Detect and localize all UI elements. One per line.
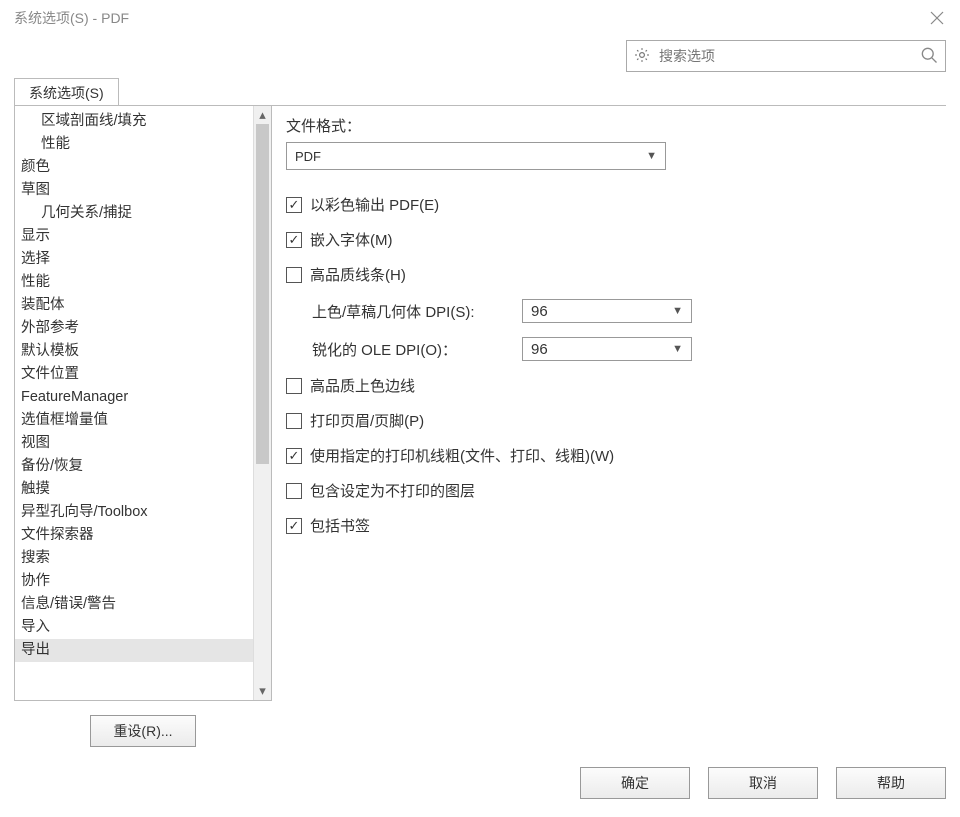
check-printer-linewidth[interactable]: 使用指定的打印机线粗(文件、打印、线粗)(W): [286, 445, 938, 466]
tree-item[interactable]: 信息/错误/警告: [15, 593, 271, 616]
dialog-footer: 确定 取消 帮助: [580, 767, 946, 799]
close-icon[interactable]: [928, 9, 946, 27]
file-format-value: PDF: [295, 149, 321, 164]
tree-item[interactable]: 性能: [15, 133, 271, 156]
tree-item[interactable]: 视图: [15, 432, 271, 455]
tree-item[interactable]: FeatureManager: [15, 386, 271, 409]
chevron-down-icon: ▼: [672, 343, 683, 355]
checkbox-icon: [286, 518, 302, 534]
draft-dpi-select[interactable]: 96 ▼: [522, 299, 692, 323]
check-hq-lines[interactable]: 高品质线条(H): [286, 264, 938, 285]
search-box[interactable]: [626, 40, 946, 72]
check-print-header[interactable]: 打印页眉/页脚(P): [286, 410, 938, 431]
check-include-noprint[interactable]: 包含设定为不打印的图层: [286, 480, 938, 501]
tree-item[interactable]: 草图: [15, 179, 271, 202]
tab-strip: 系统选项(S): [14, 76, 946, 106]
tree-item[interactable]: 默认模板: [15, 340, 271, 363]
search-input[interactable]: [657, 47, 919, 65]
scroll-thumb[interactable]: [256, 124, 269, 464]
checkbox-icon: [286, 483, 302, 499]
checkbox-icon: [286, 197, 302, 213]
tree-item[interactable]: 选值框增量值: [15, 409, 271, 432]
tree-item[interactable]: 导入: [15, 616, 271, 639]
tree-item[interactable]: 异型孔向导/Toolbox: [15, 501, 271, 524]
tree-scrollbar[interactable]: ▴ ▾: [253, 106, 271, 700]
tree-item[interactable]: 外部参考: [15, 317, 271, 340]
file-format-select[interactable]: PDF ▼: [286, 142, 666, 170]
checkbox-icon: [286, 448, 302, 464]
settings-panel: 文件格式： PDF ▼ 以彩色输出 PDF(E) 嵌入字体(M) 高品质线条(H…: [286, 105, 946, 701]
titlebar: 系统选项(S) - PDF: [0, 0, 960, 34]
chevron-down-icon: ▼: [672, 305, 683, 317]
tree-item[interactable]: 导出: [15, 639, 271, 662]
check-bookmarks[interactable]: 包括书签: [286, 515, 938, 536]
tree-item[interactable]: 协作: [15, 570, 271, 593]
tab-system-options[interactable]: 系统选项(S): [14, 78, 119, 108]
chevron-down-icon: ▼: [646, 150, 657, 162]
checkbox-icon: [286, 232, 302, 248]
row-ole-dpi: 锐化的 OLE DPI(O)： 96 ▼: [312, 337, 938, 361]
search-icon: [919, 45, 939, 68]
tree-item[interactable]: 区域剖面线/填充: [15, 110, 271, 133]
tree-item[interactable]: 搜索: [15, 547, 271, 570]
options-dialog: 系统选项(S) - PDF 系统选项(S) 区域剖面线/填充性能颜色草图几何关系…: [0, 0, 960, 817]
reset-button[interactable]: 重设(R)...: [90, 715, 195, 747]
checkbox-icon: [286, 378, 302, 394]
tree-item[interactable]: 装配体: [15, 294, 271, 317]
tree-item[interactable]: 选择: [15, 248, 271, 271]
category-tree: 区域剖面线/填充性能颜色草图几何关系/捕捉显示选择性能装配体外部参考默认模板文件…: [14, 105, 272, 701]
window-title: 系统选项(S) - PDF: [14, 8, 129, 28]
row-draft-dpi: 上色/草稿几何体 DPI(S): 96 ▼: [312, 299, 938, 323]
help-button[interactable]: 帮助: [836, 767, 946, 799]
file-format-label: 文件格式：: [286, 115, 938, 136]
check-color-output[interactable]: 以彩色输出 PDF(E): [286, 194, 938, 215]
tree-item[interactable]: 备份/恢复: [15, 455, 271, 478]
checkbox-icon: [286, 413, 302, 429]
tree-item[interactable]: 文件位置: [15, 363, 271, 386]
gear-icon: [633, 46, 651, 67]
ole-dpi-select[interactable]: 96 ▼: [522, 337, 692, 361]
tree-item[interactable]: 文件探索器: [15, 524, 271, 547]
tree-item[interactable]: 性能: [15, 271, 271, 294]
check-embed-fonts[interactable]: 嵌入字体(M): [286, 229, 938, 250]
checkbox-icon: [286, 267, 302, 283]
tree-item[interactable]: 颜色: [15, 156, 271, 179]
check-hq-shaded[interactable]: 高品质上色边线: [286, 375, 938, 396]
scroll-down-icon[interactable]: ▾: [254, 682, 271, 700]
scroll-up-icon[interactable]: ▴: [254, 106, 271, 124]
tree-item[interactable]: 几何关系/捕捉: [15, 202, 271, 225]
tree-item[interactable]: 显示: [15, 225, 271, 248]
cancel-button[interactable]: 取消: [708, 767, 818, 799]
ok-button[interactable]: 确定: [580, 767, 690, 799]
tree-item[interactable]: 触摸: [15, 478, 271, 501]
